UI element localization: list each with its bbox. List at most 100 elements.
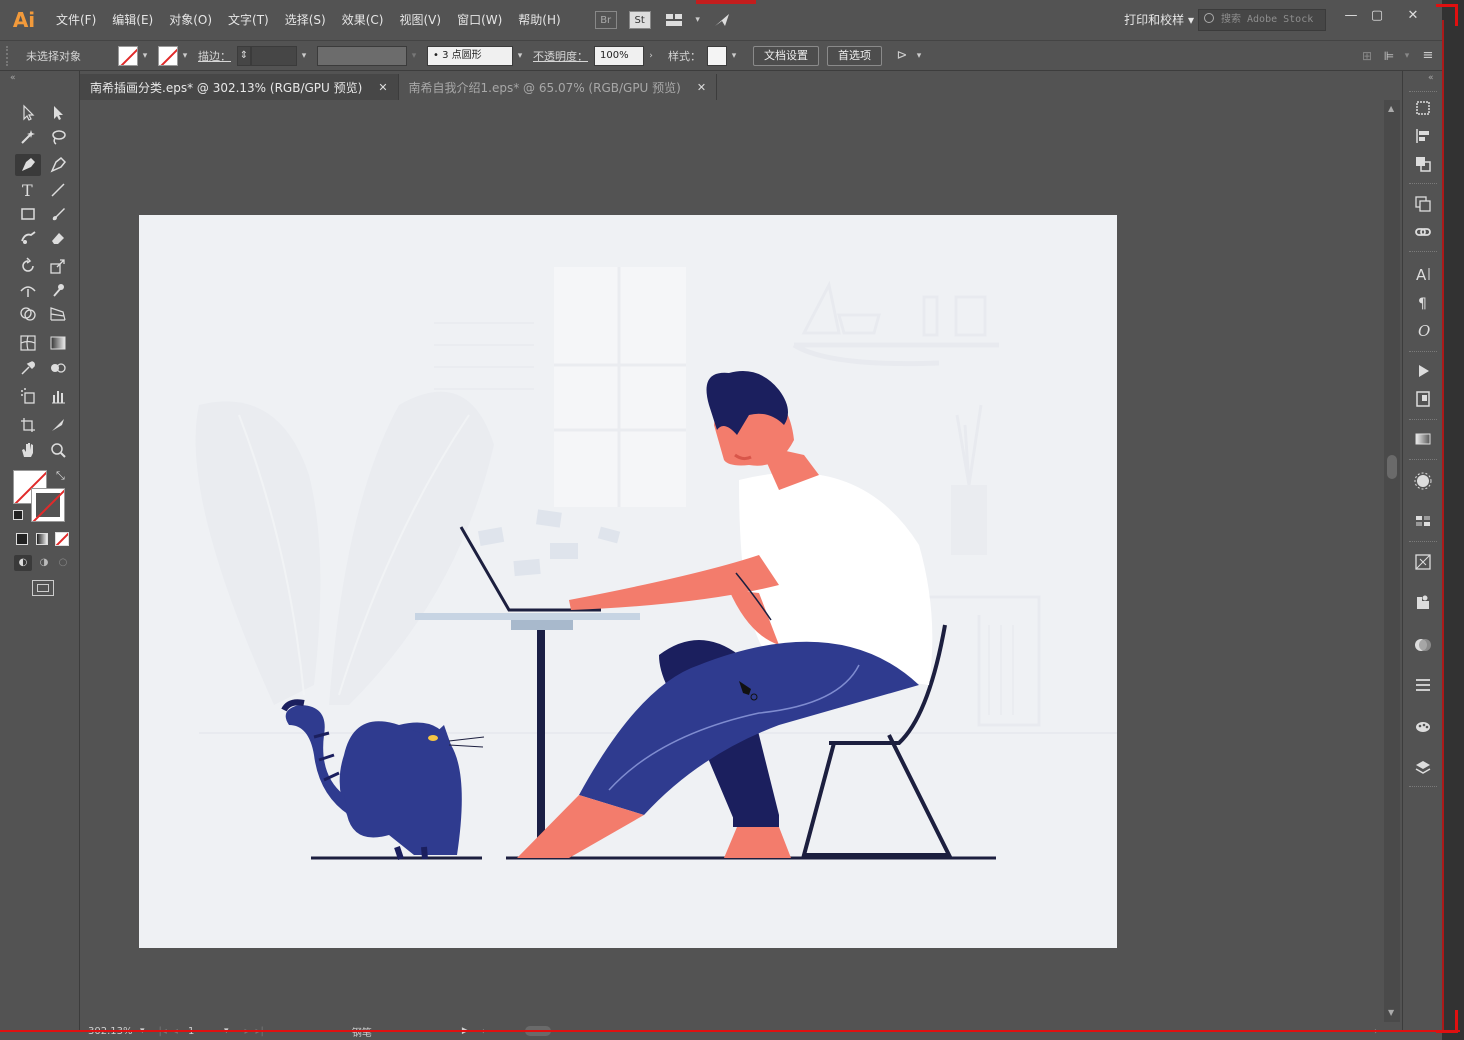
style-swatch[interactable] xyxy=(707,45,727,66)
profile-dropdown[interactable]: ▾ xyxy=(407,51,421,61)
puppet-warp-tool-icon[interactable] xyxy=(45,279,71,301)
menu-window[interactable]: 窗口(W) xyxy=(449,0,510,40)
align-panel-icon[interactable] xyxy=(1413,126,1433,146)
bridge-icon[interactable]: Br xyxy=(594,11,617,29)
align-options-dropdown[interactable]: ▾ xyxy=(912,51,926,61)
default-fill-stroke-icon[interactable] xyxy=(13,510,23,520)
close-icon[interactable]: ✕ xyxy=(697,81,706,94)
selection-tool-icon[interactable] xyxy=(15,102,41,124)
character-panel-icon[interactable]: A xyxy=(1413,264,1433,284)
pathfinder-panel-icon[interactable] xyxy=(1413,154,1433,174)
screen-mode-icon[interactable] xyxy=(32,580,54,596)
stroke-weight-input[interactable] xyxy=(251,45,297,66)
preferences-button[interactable]: 首选项 xyxy=(827,45,882,66)
hand-tool-icon[interactable] xyxy=(15,439,41,461)
draw-normal-icon[interactable]: ◐ xyxy=(14,555,32,571)
rectangle-tool-icon[interactable] xyxy=(15,203,41,225)
transform-icon[interactable]: ⊞ xyxy=(1356,49,1378,63)
curvature-tool-icon[interactable] xyxy=(45,154,71,176)
brush-definition[interactable]: • 3 点圆形 xyxy=(427,45,513,66)
opacity-label[interactable]: 不透明度： xyxy=(533,48,588,64)
scroll-down-icon[interactable]: ▼ xyxy=(1388,1008,1394,1017)
align-dropdown[interactable]: ▾ xyxy=(1400,51,1414,61)
menu-file[interactable]: 文件(F) xyxy=(48,0,104,40)
links-panel-icon[interactable] xyxy=(1413,222,1433,242)
opentype-panel-icon[interactable]: O xyxy=(1413,320,1433,340)
minimize-button[interactable]: — xyxy=(1338,6,1364,26)
align-icon[interactable]: ⊫ xyxy=(1378,49,1400,63)
rotate-tool-icon[interactable] xyxy=(15,255,41,277)
stock-icon[interactable]: St xyxy=(628,11,651,29)
mesh-tool-icon[interactable] xyxy=(15,332,41,354)
draw-inside-icon[interactable]: ○ xyxy=(54,555,72,571)
document-info-panel-icon[interactable] xyxy=(1413,389,1433,409)
magic-wand-tool-icon[interactable] xyxy=(15,126,41,148)
line-segment-tool-icon[interactable] xyxy=(45,179,71,201)
direct-selection-tool-icon[interactable] xyxy=(45,102,71,124)
shape-builder-tool-icon[interactable] xyxy=(15,303,41,325)
menu-type[interactable]: 文字(T) xyxy=(220,0,277,40)
stroke-weight-dropdown[interactable]: ▾ xyxy=(297,51,311,61)
stroke-swatch[interactable] xyxy=(158,45,178,66)
eraser-tool-icon[interactable] xyxy=(45,227,71,249)
stock-search-input[interactable]: 搜索 Adobe Stock xyxy=(1198,9,1326,31)
shaper-tool-icon[interactable] xyxy=(15,227,41,249)
gradient-panel-icon[interactable] xyxy=(1413,429,1433,449)
lasso-tool-icon[interactable] xyxy=(45,126,71,148)
none-mode-icon[interactable] xyxy=(55,532,69,546)
stroke-color-swatch[interactable] xyxy=(31,488,65,522)
swap-fill-stroke-icon[interactable]: ⤡ xyxy=(56,469,65,483)
column-graph-tool-icon[interactable] xyxy=(45,385,71,407)
scroll-up-icon[interactable]: ▲ xyxy=(1388,104,1394,113)
symbols-panel-icon[interactable] xyxy=(1413,592,1433,612)
pen-tool-icon[interactable] xyxy=(15,154,41,176)
vertical-scrollbar[interactable]: ▲ ▼ xyxy=(1384,100,1400,1022)
opacity-expand[interactable]: › xyxy=(644,51,658,61)
artboards-panel-icon[interactable] xyxy=(1413,194,1433,214)
draw-behind-icon[interactable]: ◑ xyxy=(35,555,53,571)
scale-tool-icon[interactable] xyxy=(45,255,71,277)
brush-dropdown[interactable]: ▾ xyxy=(513,51,527,61)
width-tool-icon[interactable] xyxy=(15,279,41,301)
paintbrush-tool-icon[interactable] xyxy=(45,203,71,225)
perspective-grid-tool-icon[interactable] xyxy=(45,303,71,325)
canvas-area[interactable] xyxy=(80,100,1383,1022)
eyedropper-tool-icon[interactable] xyxy=(15,357,41,379)
menu-select[interactable]: 选择(S) xyxy=(277,0,334,40)
document-setup-button[interactable]: 文档设置 xyxy=(753,45,819,66)
style-dropdown[interactable]: ▾ xyxy=(727,51,741,61)
artboard[interactable] xyxy=(139,215,1117,948)
menu-help[interactable]: 帮助(H) xyxy=(510,0,568,40)
menu-edit[interactable]: 编辑(E) xyxy=(104,0,161,40)
gradient-mode-icon[interactable] xyxy=(36,533,48,545)
variable-width-profile[interactable] xyxy=(317,45,407,66)
collapse-panel-icon[interactable]: « xyxy=(10,73,16,83)
close-window-button[interactable]: ✕ xyxy=(1400,6,1426,26)
transform-panel-icon[interactable] xyxy=(1413,98,1433,118)
paragraph-panel-icon[interactable]: ¶ xyxy=(1413,292,1433,312)
gpu-performance-icon[interactable] xyxy=(711,11,733,29)
actions-panel-icon[interactable] xyxy=(1413,361,1433,381)
close-icon[interactable]: ✕ xyxy=(378,81,387,94)
transparency-panel-icon[interactable] xyxy=(1413,635,1433,655)
slice-tool-icon[interactable] xyxy=(45,414,71,436)
type-tool-icon[interactable]: T xyxy=(15,179,41,201)
gradient-tool-icon[interactable] xyxy=(45,332,71,354)
artboard-tool-icon[interactable] xyxy=(15,414,41,436)
expand-panels-icon[interactable]: « xyxy=(1428,73,1434,83)
symbol-sprayer-tool-icon[interactable] xyxy=(15,385,41,407)
tab-document-2[interactable]: 南希自我介绍1.eps* @ 65.07% (RGB/GPU 预览) ✕ xyxy=(399,74,718,100)
workspace-switcher[interactable]: 打印和校样 ▾ xyxy=(1124,11,1194,28)
layers-panel-icon[interactable] xyxy=(1413,758,1433,778)
tab-document-1[interactable]: 南希插画分类.eps* @ 302.13% (RGB/GPU 预览) ✕ xyxy=(80,74,399,100)
opacity-input[interactable]: 100% xyxy=(594,45,644,66)
menu-effect[interactable]: 效果(C) xyxy=(334,0,392,40)
scroll-thumb[interactable] xyxy=(1387,455,1397,479)
fill-dropdown[interactable]: ▾ xyxy=(138,51,152,61)
stroke-panel-icon[interactable] xyxy=(1413,675,1433,695)
graphic-styles-panel-icon[interactable] xyxy=(1413,511,1433,531)
panel-grip[interactable] xyxy=(6,45,20,66)
stroke-dropdown[interactable]: ▾ xyxy=(178,51,192,61)
illustration[interactable] xyxy=(139,215,1117,948)
color-mode-icon[interactable] xyxy=(16,533,28,545)
